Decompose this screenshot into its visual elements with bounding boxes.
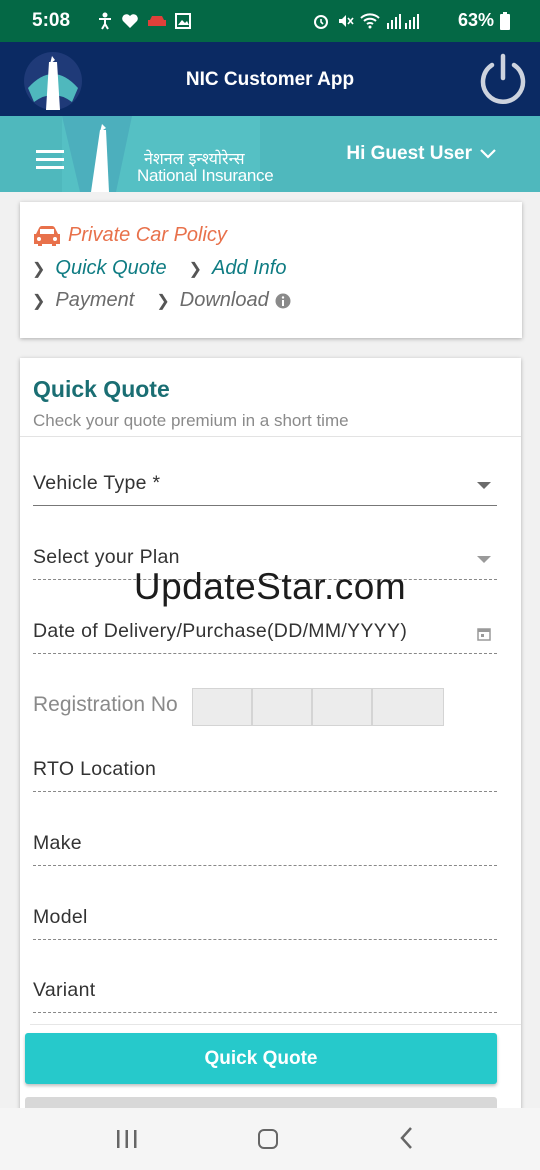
step-quick-quote[interactable]: Quick Quote bbox=[55, 257, 166, 280]
step-download[interactable]: Download bbox=[180, 289, 269, 312]
notification-icons bbox=[97, 12, 191, 30]
signal-icon bbox=[387, 14, 419, 29]
battery-indicator: 63% bbox=[458, 10, 510, 31]
chevron-right-icon: ❯ bbox=[188, 260, 202, 278]
greeting-text: Hi Guest User bbox=[346, 143, 472, 164]
quick-quote-card: Quick Quote Check your quote premium in … bbox=[20, 358, 521, 1118]
battery-percent: 63% bbox=[457, 10, 494, 30]
registration-part-4-input[interactable] bbox=[372, 688, 444, 726]
brand-logo-mark bbox=[62, 116, 132, 192]
power-icon[interactable] bbox=[476, 52, 530, 106]
model-input[interactable]: Model bbox=[33, 906, 497, 940]
calendar-icon[interactable] bbox=[477, 627, 491, 641]
field-underline bbox=[33, 653, 497, 654]
field-underline bbox=[33, 505, 497, 506]
app-bar: NIC Customer App bbox=[0, 42, 540, 116]
quick-quote-title: Quick Quote bbox=[33, 376, 170, 402]
delivery-date-input[interactable]: Date of Delivery/Purchase(DD/MM/YYYY) bbox=[33, 620, 497, 654]
registration-part-3-input[interactable] bbox=[312, 688, 372, 726]
chevron-right-icon: ❯ bbox=[32, 260, 46, 278]
dropdown-arrow-icon bbox=[477, 482, 491, 489]
model-label: Model bbox=[33, 906, 88, 928]
registration-label: Registration No bbox=[33, 693, 178, 716]
chevron-right-icon: ❯ bbox=[32, 292, 46, 310]
system-nav-bar bbox=[0, 1108, 540, 1170]
chevron-right-icon: ❯ bbox=[156, 292, 170, 310]
system-icons bbox=[312, 12, 420, 30]
hamburger-menu-icon[interactable] bbox=[36, 149, 66, 171]
steps-row-1: ❯ Quick Quote ❯ Add Info bbox=[32, 257, 287, 280]
status-time: 5:08 bbox=[32, 10, 71, 31]
registration-part-2-input[interactable] bbox=[252, 688, 312, 726]
chevron-down-icon bbox=[480, 149, 496, 159]
make-input[interactable]: Make bbox=[33, 832, 497, 866]
mute-icon bbox=[339, 15, 354, 27]
divider bbox=[20, 436, 521, 437]
wifi-icon bbox=[360, 13, 380, 29]
rto-location-input[interactable]: RTO Location bbox=[33, 758, 497, 792]
home-icon[interactable] bbox=[258, 1129, 278, 1149]
registration-part-1-input[interactable] bbox=[192, 688, 252, 726]
divider bbox=[30, 1024, 521, 1025]
field-underline bbox=[33, 791, 497, 792]
variant-input[interactable]: Variant bbox=[33, 979, 497, 1013]
car-icon bbox=[34, 225, 60, 246]
user-menu[interactable]: Hi Guest User bbox=[346, 143, 496, 165]
battery-icon bbox=[500, 11, 510, 30]
car-icon bbox=[148, 16, 166, 26]
vehicle-type-label: Vehicle Type * bbox=[33, 472, 161, 494]
policy-breadcrumb-card: Private Car Policy ❯ Quick Quote ❯ Add I… bbox=[20, 202, 522, 338]
accessibility-icon bbox=[99, 12, 111, 30]
back-icon[interactable] bbox=[398, 1126, 414, 1150]
dropdown-arrow-icon bbox=[477, 556, 491, 563]
field-underline bbox=[33, 865, 497, 866]
policy-title: Private Car Policy bbox=[68, 224, 227, 246]
policy-title-row: Private Car Policy bbox=[32, 224, 227, 247]
make-label: Make bbox=[33, 832, 82, 854]
rto-location-label: RTO Location bbox=[33, 758, 157, 780]
step-payment[interactable]: Payment bbox=[55, 289, 134, 312]
registration-inputs bbox=[192, 688, 444, 726]
vehicle-type-select[interactable]: Vehicle Type * bbox=[33, 472, 497, 506]
quick-quote-subtitle: Check your quote premium in a short time bbox=[33, 411, 349, 430]
heart-icon bbox=[122, 14, 138, 28]
quick-quote-button[interactable]: Quick Quote bbox=[25, 1033, 497, 1084]
field-underline bbox=[33, 1012, 497, 1013]
alarm-icon bbox=[314, 15, 328, 29]
app-title: NIC Customer App bbox=[185, 69, 355, 90]
recent-apps-icon[interactable] bbox=[116, 1129, 138, 1149]
field-underline bbox=[33, 939, 497, 940]
status-bar: 5:08 63% bbox=[0, 0, 540, 42]
step-add-info[interactable]: Add Info bbox=[212, 257, 287, 280]
brand-name-english: National Insurance bbox=[137, 166, 274, 185]
image-icon bbox=[175, 13, 191, 29]
watermark: UpdateStar.com bbox=[133, 566, 407, 607]
steps-row-2: ❯ Payment ❯ Download bbox=[32, 289, 291, 312]
info-icon[interactable] bbox=[275, 293, 291, 309]
delivery-date-label: Date of Delivery/Purchase(DD/MM/YYYY) bbox=[33, 620, 408, 642]
variant-label: Variant bbox=[33, 979, 96, 1001]
